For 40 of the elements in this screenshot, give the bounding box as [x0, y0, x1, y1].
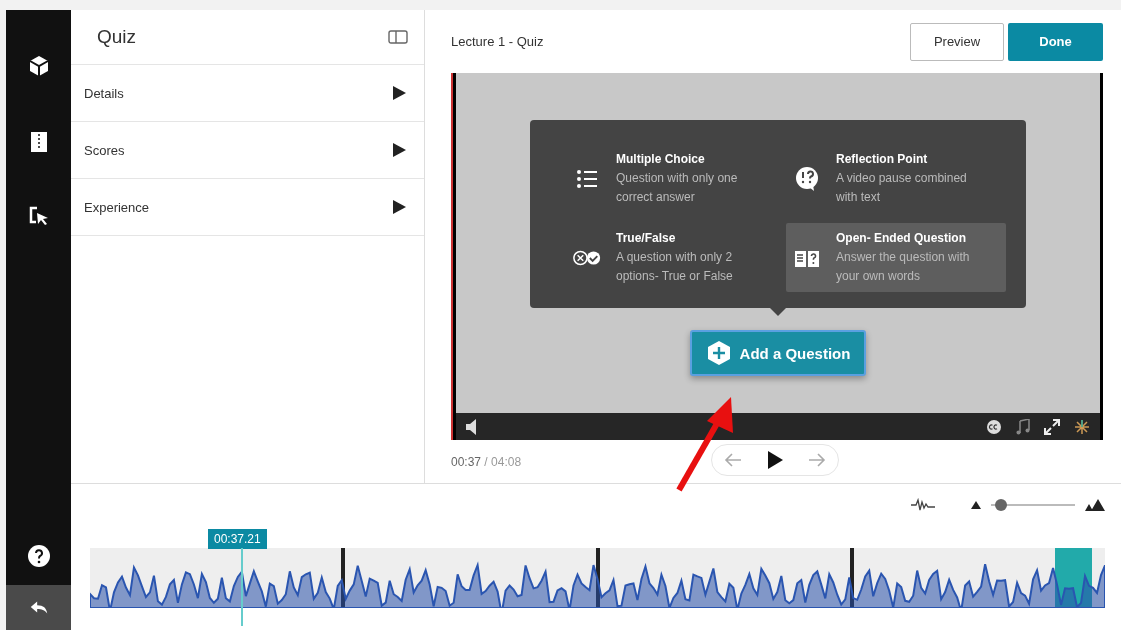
option-title: Open- Ended Question: [836, 230, 967, 247]
panel-section-item[interactable]: Details: [71, 65, 424, 122]
option-description: Question with only one correct answer: [616, 170, 739, 206]
zoom-slider-thumb[interactable]: [994, 499, 1007, 511]
captions-icon[interactable]: [986, 418, 1002, 435]
small-mountain-icon[interactable]: [971, 501, 981, 509]
option-title: Reflection Point: [836, 151, 929, 168]
help-icon[interactable]: [27, 544, 51, 568]
caret-icon: [392, 85, 406, 101]
option-title: Multiple Choice: [616, 151, 706, 168]
music-note-icon[interactable]: [1016, 418, 1030, 435]
back-button[interactable]: [6, 585, 71, 630]
caret-icon: [392, 142, 406, 158]
option-description: Answer the question with your own words: [836, 249, 971, 285]
done-button[interactable]: Done: [1008, 22, 1103, 61]
waveform-icon[interactable]: [911, 498, 935, 512]
plus-hexagon-icon: [705, 340, 732, 366]
option-description: A video pause combined with text: [836, 170, 968, 206]
fullscreen-icon[interactable]: [1044, 418, 1060, 435]
large-mountain-icon[interactable]: [1085, 499, 1105, 511]
option-title: True/False: [616, 230, 677, 247]
option-description: A question with only 2 options- True or False: [616, 249, 734, 285]
preview-button[interactable]: Preview: [910, 22, 1004, 61]
layout-toggle-icon[interactable]: [388, 29, 408, 45]
cube-icon[interactable]: [27, 54, 51, 78]
question-type-option[interactable]: Reflection Point A video pause combined with text: [786, 144, 1006, 213]
playback-time: 00:37 / 04:08: [451, 454, 522, 469]
question-type-option[interactable]: Open- Ended Question Answer the question with your own words: [786, 223, 1006, 292]
playhead-label[interactable]: 00:37.21: [208, 529, 267, 549]
lecture-title: Lecture 1 - Quiz: [451, 34, 544, 49]
pinwheel-icon[interactable]: [1074, 418, 1090, 435]
question-type-option[interactable]: Multiple Choice Question with only one correct answer: [566, 144, 786, 213]
speaker-icon[interactable]: [466, 418, 478, 435]
add-question-button[interactable]: Add a Question: [689, 330, 867, 376]
panel-section-item[interactable]: Scores: [71, 122, 424, 179]
caret-icon: [392, 199, 406, 215]
panel-title: Quiz: [97, 26, 137, 48]
play-icon[interactable]: [766, 450, 784, 470]
panel-section-item[interactable]: Experience: [71, 179, 424, 236]
question-type-option[interactable]: True/False A question with only 2 options- True or False: [566, 223, 786, 292]
